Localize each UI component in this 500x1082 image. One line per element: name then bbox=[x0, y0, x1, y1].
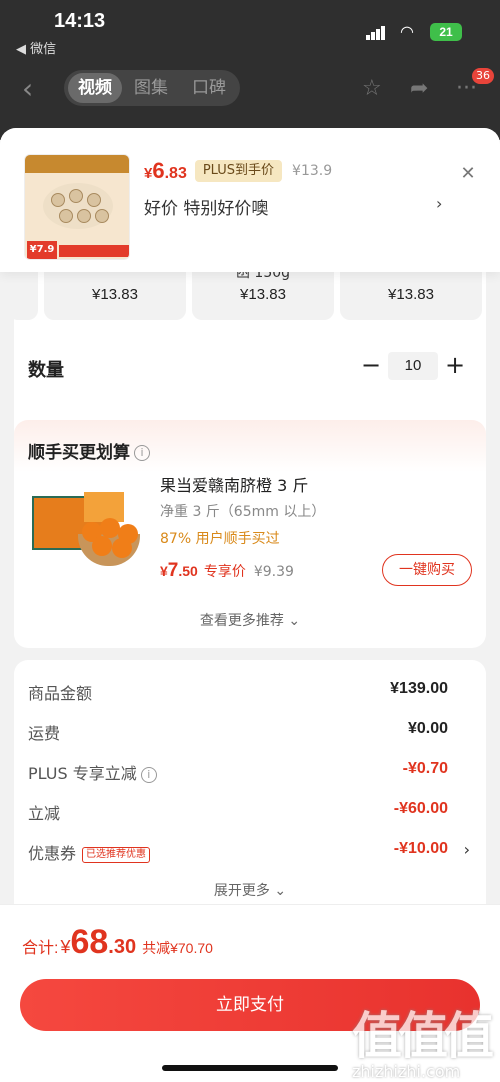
product-price-row: ¥6.83 PLUS到手价 ¥13.9 bbox=[144, 158, 332, 184]
share-icon[interactable]: ➦ bbox=[410, 76, 428, 101]
spec-price: ¥13.83 bbox=[240, 286, 286, 303]
product-nav-bar: ‹ 视频 图集 口碑 ☆ ➦ ··· bbox=[0, 66, 500, 110]
status-time: 14:13 bbox=[54, 10, 106, 32]
message-count-badge: 36 bbox=[472, 68, 494, 84]
coupon-row[interactable]: 优惠券 已选推荐优惠 -¥10.00 › bbox=[14, 840, 486, 864]
quantity-input[interactable]: 10 bbox=[388, 352, 438, 380]
summary-row: PLUS 专享立减 i -¥0.70 bbox=[28, 760, 448, 783]
summary-row: 商品金额 ¥139.00 bbox=[28, 680, 448, 703]
info-icon[interactable]: i bbox=[140, 766, 157, 783]
spec-price: ¥13.83 bbox=[92, 286, 138, 303]
back-to-app-link[interactable]: ◀ 微信 bbox=[16, 38, 56, 57]
summary-row: 运费 ¥0.00 bbox=[28, 720, 448, 743]
tab-gallery[interactable]: 图集 bbox=[134, 70, 168, 106]
more-recommendations-link[interactable]: 查看更多推荐 ⌄ bbox=[14, 610, 486, 630]
favorite-star-icon[interactable]: ☆ bbox=[362, 76, 382, 101]
expand-more-link[interactable]: 展开更多 ⌄ bbox=[14, 880, 486, 900]
info-icon[interactable]: i bbox=[134, 445, 150, 461]
original-price: ¥13.9 bbox=[292, 163, 333, 179]
recommended-product-buyers: 87% 用户顺手买过 bbox=[160, 531, 280, 547]
spec-option[interactable]: 凼 150g ¥13.83 bbox=[192, 265, 334, 320]
spec-option-partial[interactable] bbox=[8, 272, 38, 320]
battery-icon: 21 bbox=[430, 23, 462, 41]
recommended-price-row: ¥7.50 专享价 ¥9.39 bbox=[160, 560, 294, 582]
total-amount: 合计: ¥ 68 .30 共减¥70.70 bbox=[22, 923, 213, 961]
product-thumbnail: ¥7.9 bbox=[24, 154, 130, 260]
total-saving: 共减¥70.70 bbox=[142, 940, 213, 956]
exclusive-price-tag: 专享价 bbox=[203, 564, 246, 580]
plus-price-tag: PLUS到手价 bbox=[194, 160, 283, 182]
home-indicator bbox=[162, 1065, 338, 1071]
add-on-recommendation-card: 顺手买更划算 i 果当爱赣南脐橙 3 斤 净重 3 斤（65mm 以上） 87% … bbox=[14, 420, 486, 648]
recommended-product-price: ¥7.50 bbox=[160, 560, 198, 581]
product-header: ¥7.9 ¥6.83 PLUS到手价 ¥13.9 好价 特别好价噢 › ✕ bbox=[0, 128, 500, 272]
spec-option[interactable]: ¥13.83 bbox=[340, 272, 482, 320]
product-slogan[interactable]: 好价 特别好价噢 bbox=[144, 194, 268, 219]
chevron-right-icon[interactable]: › bbox=[464, 840, 470, 859]
recommended-original-price: ¥9.39 bbox=[253, 564, 294, 580]
product-price: ¥6.83 bbox=[144, 158, 187, 183]
one-click-buy-button[interactable]: 一键购买 bbox=[382, 554, 472, 586]
recommendation-title: 顺手买更划算 i bbox=[28, 438, 150, 463]
recommended-product-image[interactable] bbox=[28, 472, 144, 588]
recommended-product-name[interactable]: 果当爱赣南脐橙 3 斤 bbox=[160, 472, 308, 496]
media-tabs: 视频 图集 口碑 bbox=[64, 70, 240, 106]
wifi-icon: ◠ bbox=[400, 22, 414, 41]
status-bar: 14:13 ◀ 微信 ◠ 21 bbox=[0, 0, 500, 60]
chevron-right-icon[interactable]: › bbox=[436, 194, 442, 213]
summary-row: 立减 -¥60.00 bbox=[28, 800, 448, 823]
thumbnail-price-label: ¥7.9 bbox=[27, 241, 57, 259]
tab-video[interactable]: 视频 bbox=[68, 73, 122, 103]
price-summary-card: 商品金额 ¥139.00 运费 ¥0.00 PLUS 专享立减 i -¥0.70 … bbox=[14, 660, 486, 920]
quantity-decrease-button[interactable]: − bbox=[360, 352, 382, 378]
spec-price: ¥13.83 bbox=[388, 286, 434, 303]
quantity-label: 数量 bbox=[28, 360, 64, 381]
spec-option[interactable]: ¥13.83 bbox=[44, 272, 186, 320]
site-watermark: 值值值 zhizhizhi.com bbox=[352, 1007, 494, 1081]
recommended-product-spec: 净重 3 斤（65mm 以上） bbox=[160, 504, 326, 520]
close-button[interactable]: ✕ bbox=[456, 162, 480, 186]
quantity-increase-button[interactable]: + bbox=[444, 352, 466, 378]
cellular-signal-icon bbox=[366, 26, 386, 40]
background-app: 14:13 ◀ 微信 ◠ 21 ‹ 视频 图集 口碑 ☆ ➦ ··· 36 bbox=[0, 0, 500, 140]
tab-reviews[interactable]: 口碑 bbox=[192, 70, 226, 106]
coupon-selected-tag: 已选推荐优惠 bbox=[82, 846, 151, 863]
back-arrow-icon[interactable]: ‹ bbox=[22, 72, 33, 105]
